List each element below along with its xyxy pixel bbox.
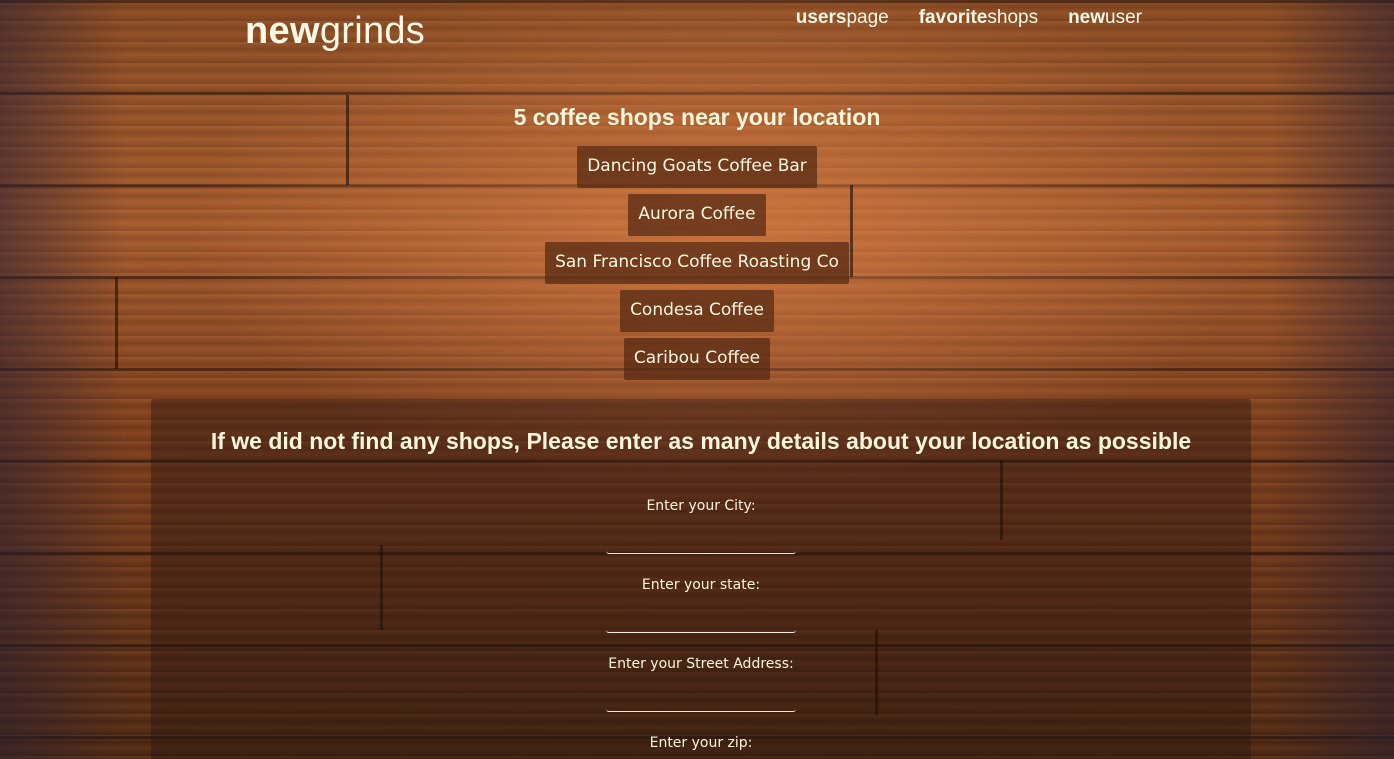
- nav-users-page-link[interactable]: userspage: [796, 7, 889, 29]
- top-nav: userspage favoriteshops newuser: [796, 7, 1142, 29]
- shop-list: Dancing Goats Coffee Bar Aurora Coffee S…: [0, 146, 1394, 380]
- nav-link-light: user: [1105, 7, 1142, 28]
- shop-button[interactable]: Dancing Goats Coffee Bar: [577, 146, 817, 188]
- nav-link-bold: users: [795, 7, 847, 28]
- street-address-field: Enter your Street Address:: [151, 656, 1251, 712]
- nav-link-bold: new: [1068, 7, 1106, 28]
- header: newgrinds userspage favoriteshops newuse…: [0, 0, 1394, 60]
- state-input[interactable]: [606, 608, 796, 633]
- city-label: Enter your City:: [646, 498, 756, 514]
- nav-new-user-link[interactable]: newuser: [1068, 7, 1142, 29]
- state-label: Enter your state:: [641, 577, 761, 593]
- nav-link-bold: favorite: [918, 7, 988, 28]
- logo[interactable]: newgrinds: [245, 10, 425, 53]
- zip-label: Enter your zip:: [649, 735, 753, 751]
- logo-light-text: grinds: [319, 10, 426, 52]
- nav-link-light: shops: [987, 7, 1039, 28]
- city-field: Enter your City:: [151, 498, 1251, 554]
- nav-favorite-shops-link[interactable]: favoriteshops: [919, 7, 1038, 29]
- location-form-heading: If we did not find any shops, Please ent…: [210, 428, 1192, 454]
- shop-button[interactable]: Caribou Coffee: [623, 338, 771, 380]
- zip-field: Enter your zip:: [151, 735, 1251, 759]
- city-input[interactable]: [606, 529, 796, 554]
- shop-results: 5 coffee shops near your location Dancin…: [0, 104, 1394, 380]
- shop-button[interactable]: Condesa Coffee: [620, 290, 774, 332]
- location-form: If we did not find any shops, Please ent…: [151, 399, 1251, 759]
- nav-link-light: page: [846, 7, 889, 28]
- results-heading: 5 coffee shops near your location: [513, 104, 881, 130]
- street-address-label: Enter your Street Address:: [608, 656, 794, 672]
- logo-bold-text: new: [245, 10, 320, 52]
- street-address-input[interactable]: [606, 687, 796, 712]
- shop-button[interactable]: San Francisco Coffee Roasting Co: [545, 242, 849, 284]
- shop-button[interactable]: Aurora Coffee: [628, 194, 766, 236]
- state-field: Enter your state:: [151, 577, 1251, 633]
